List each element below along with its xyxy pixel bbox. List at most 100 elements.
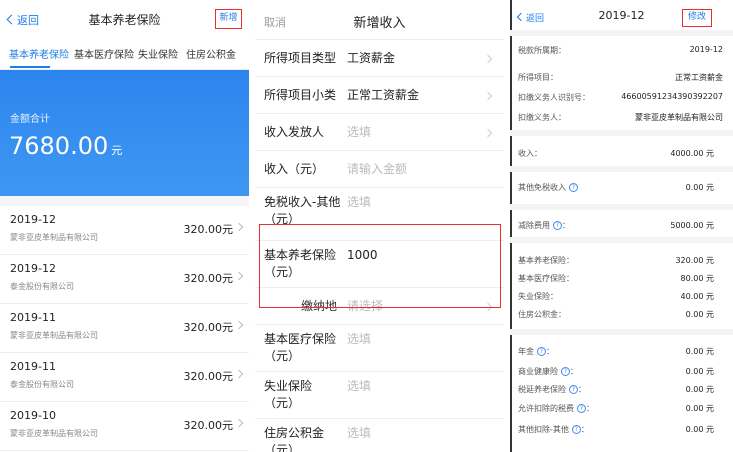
field-value[interactable]: 选填 (347, 194, 371, 211)
detail-value: 0.00 元 (685, 404, 714, 413)
help-icon[interactable]: ? (569, 385, 578, 394)
active-tab-indicator (10, 66, 50, 68)
detail-row: 减除费用?： 5000.00 元 (510, 216, 733, 236)
record-date: 2019-12 (10, 213, 56, 226)
field-label: 所得项目类型 (264, 51, 337, 65)
form-field[interactable]: 所得项目小类 正常工资薪金 (255, 77, 504, 114)
form-field[interactable]: 住房公积金（元） 选填 (255, 419, 504, 452)
field-value[interactable]: 请选择 (347, 298, 383, 315)
detail-value: 正常工资薪金 (675, 73, 723, 82)
form-field[interactable]: 基本养老保险（元） 1000 (255, 241, 504, 288)
chevron-right-icon (483, 91, 493, 100)
record-row[interactable]: 2019-11 泰金股份有限公司 320.00元 (0, 353, 249, 402)
field-value[interactable]: 1000 (347, 247, 378, 264)
detail-key: 收入： (518, 148, 542, 159)
detail-key-text: 税款所属期： (518, 46, 566, 55)
tab-medical[interactable]: 基本医疗保险 (74, 46, 134, 61)
tab-pension[interactable]: 基本养老保险 (9, 46, 69, 61)
chevron-right-icon (234, 418, 244, 428)
form-field[interactable]: 收入（元） 请输入金额 (255, 151, 504, 188)
field-value[interactable]: 选填 (347, 378, 371, 395)
edit-button[interactable]: 修改 (682, 9, 712, 27)
tab-housing-fund[interactable]: 住房公积金 (186, 46, 236, 61)
record-row[interactable]: 2019-10 蒙非亚皮革制品有限公司 320.00元 (0, 402, 249, 451)
record-company: 泰金股份有限公司 (10, 380, 74, 389)
field-value[interactable]: 正常工资薪金 (347, 87, 419, 104)
detail-row: 失业保险： 40.00 元 (510, 287, 733, 307)
chevron-right-icon (234, 271, 244, 281)
form-field[interactable]: 免税收入-其他（元） 选填 (255, 188, 504, 241)
record-row[interactable]: 2019-11 蒙非亚皮革制品有限公司 320.00元 (0, 304, 249, 353)
record-company: 泰金股份有限公司 (10, 282, 74, 291)
nav-bar: 取消 新增收入 (255, 0, 504, 40)
help-icon[interactable]: ? (571, 425, 581, 434)
insurance-list-screen: 返回 基本养老保险 新增 基本养老保险 基本医疗保险 失业保险 住房公积金 金额… (0, 0, 249, 452)
detail-key: 减除费用?： (518, 220, 570, 231)
section-separator (510, 204, 733, 210)
form-field[interactable]: 收入发放人 选填 (255, 114, 504, 151)
detail-row: 商业健康险?： 0.00 元 (510, 362, 733, 382)
record-amount: 320.00元 (183, 321, 234, 334)
detail-value: 2019-12 (689, 45, 723, 54)
detail-key-text: 基本医疗保险： (518, 274, 574, 283)
detail-value: 80.00 元 (680, 274, 714, 283)
detail-key-colon: ： (580, 425, 589, 434)
detail-key: 所得项目： (518, 72, 558, 83)
detail-value: 蒙非亚皮革制品有限公司 (635, 113, 723, 122)
help-icon[interactable]: ? (577, 404, 586, 413)
record-date: 2019-11 (10, 360, 56, 373)
page-title: 基本养老保险 (88, 13, 161, 27)
detail-key-colon: ： (586, 404, 594, 413)
detail-key-colon: ： (578, 385, 586, 394)
record-row[interactable]: 2019-12 泰金股份有限公司 320.00元 (0, 255, 249, 304)
record-row[interactable]: 2019-12 蒙非亚皮革制品有限公司 320.00元 (0, 206, 249, 255)
records-list: 2019-12 蒙非亚皮革制品有限公司 320.00元 2019-12 泰金股份有限公司… (0, 206, 249, 451)
detail-row: 其他扣除-其他?： 0.00 元 (510, 420, 733, 440)
form-field[interactable]: 失业保险（元） 选填 (255, 372, 504, 419)
field-label: 收入发放人 (264, 125, 325, 139)
help-icon[interactable]: ? (569, 183, 578, 192)
field-value[interactable]: 选填 (347, 425, 371, 442)
chevron-right-icon (483, 302, 493, 311)
detail-row: 基本养老保险： 320.00 元 (510, 251, 733, 271)
form-field[interactable]: 所得项目类型 工资薪金 (255, 40, 504, 77)
detail-key: 商业健康险?： (518, 366, 578, 377)
detail-value: 320.00 元 (675, 256, 714, 265)
detail-value: 4000.00 元 (670, 149, 714, 158)
add-button[interactable]: 新增 (215, 9, 242, 29)
detail-key-text: 失业保险： (518, 292, 558, 301)
form-field[interactable]: 缴纳地 请选择 (255, 288, 504, 325)
form-field[interactable]: 基本医疗保险（元） 选填 (255, 325, 504, 372)
detail-key-colon: ： (562, 221, 570, 230)
detail-key: 其他免税收入? (518, 182, 578, 193)
record-company: 蒙非亚皮革制品有限公司 (10, 429, 98, 438)
detail-key: 年金?： (518, 346, 554, 357)
chevron-right-icon (234, 222, 244, 232)
detail-key: 其他扣除-其他?： (518, 424, 589, 435)
total-amount-unit: 元 (111, 144, 123, 157)
detail-value: 0.00 元 (685, 310, 714, 319)
tab-unemployment[interactable]: 失业保险 (138, 46, 178, 61)
help-icon[interactable]: ? (561, 367, 570, 376)
field-value[interactable]: 请输入金额 (347, 161, 407, 178)
detail-row: 其他免税收入? 0.00 元 (510, 178, 733, 198)
detail-row: 所得项目： 正常工资薪金 (510, 68, 733, 88)
record-date: 2019-12 (10, 262, 56, 275)
section-separator (510, 237, 733, 243)
income-form: 所得项目类型 工资薪金 所得项目小类 正常工资薪金 收入发放人 选填 收入（元） 请输入金额免… (255, 40, 504, 452)
help-icon[interactable]: ? (553, 221, 562, 230)
help-icon[interactable]: ? (537, 347, 546, 356)
detail-value: 5000.00 元 (670, 221, 714, 230)
detail-key-text: 税延养老保险 (518, 385, 566, 394)
field-value[interactable]: 选填 (347, 331, 371, 348)
record-date: 2019-10 (10, 409, 56, 422)
record-amount: 320.00元 (183, 370, 234, 383)
field-value[interactable]: 工资薪金 (347, 50, 395, 67)
detail-key: 扣缴义务人： (518, 112, 566, 123)
detail-key-colon: ： (546, 347, 554, 356)
detail-key-text: 扣缴义务人识别号： (518, 93, 590, 102)
field-value[interactable]: 选填 (347, 124, 371, 141)
detail-value: 0.00 元 (685, 347, 714, 356)
detail-row: 住房公积金： 0.00 元 (510, 305, 733, 325)
section-separator (510, 329, 733, 335)
